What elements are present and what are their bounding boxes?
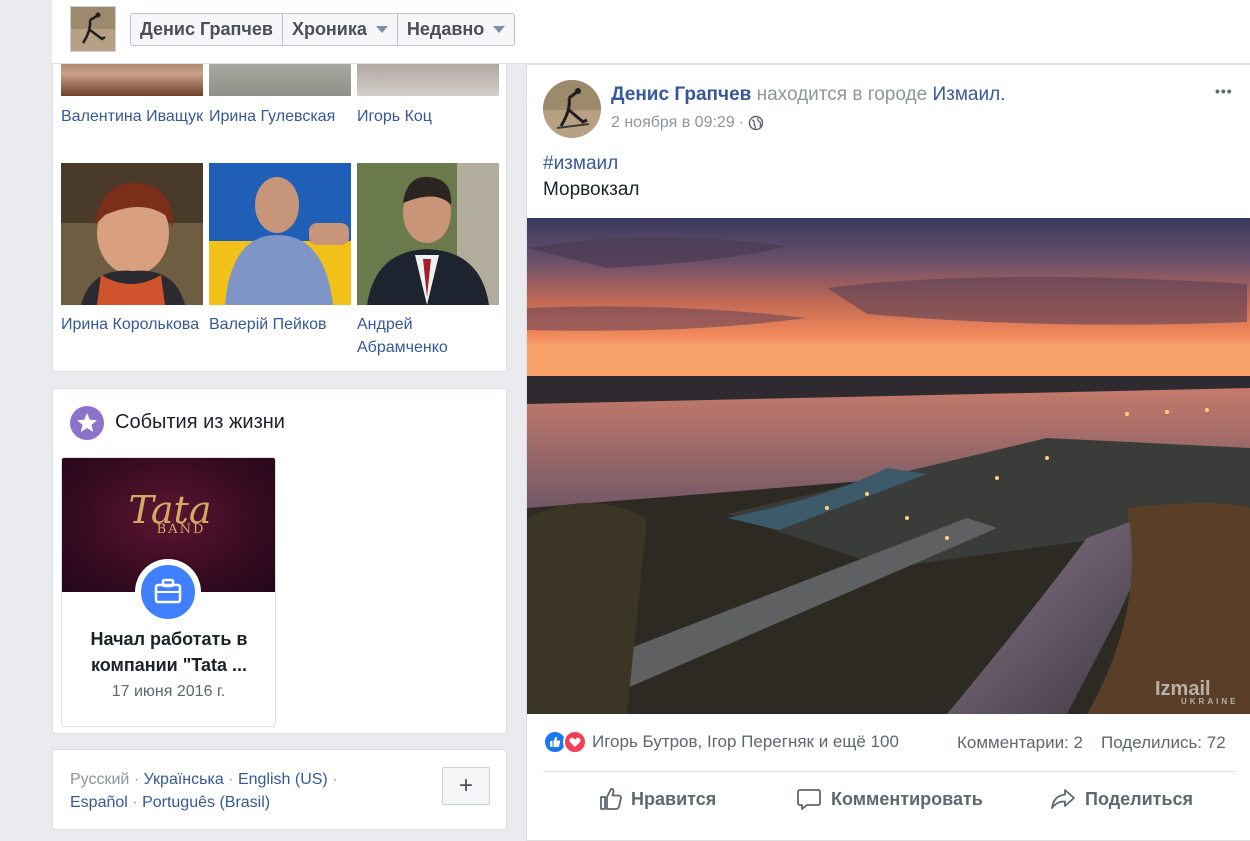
add-language-button[interactable]: + <box>442 767 490 805</box>
photo-watermark: Izmail UKRAINE <box>1155 678 1239 706</box>
reactions-summary[interactable]: Игорь Бутров, Ігор Перегняк и ещё 100 <box>543 730 899 754</box>
post-card: Денис Грапчев находится в городе Измаил.… <box>526 64 1250 841</box>
life-event-title[interactable]: Начал работать в компании "Tata ... <box>74 626 264 678</box>
location-link[interactable]: Измаил. <box>932 84 1005 105</box>
tata-band-logo: Tata BAND <box>128 488 212 537</box>
friend-photo-4[interactable] <box>61 163 203 305</box>
profile-sticky-header: Денис Грапчев Хроника Недавно <box>52 0 1250 64</box>
comments-count[interactable]: Комментарии: 2 <box>957 733 1083 753</box>
timeline-tab[interactable]: Хроника <box>283 14 398 45</box>
comment-label: Комментировать <box>831 788 983 809</box>
friend-name-4[interactable]: Ирина Королькова <box>61 313 206 336</box>
language-pt[interactable]: Português (Brasil) <box>142 794 270 811</box>
language-uk[interactable]: Українська <box>144 771 224 788</box>
profile-name-tab[interactable]: Денис Грапчев <box>131 14 283 45</box>
post-meta: 2 ноября в 09:29 · <box>611 114 764 132</box>
like-label: Нравится <box>631 788 717 809</box>
life-event-item[interactable]: Tata BAND Начал работать в компании "Tat… <box>61 457 276 727</box>
language-list: Русский · Українська · English (US) · Es… <box>70 768 400 814</box>
friend-photo-6[interactable] <box>357 163 499 305</box>
like-button[interactable]: Нравится <box>597 785 716 813</box>
star-icon <box>70 406 104 440</box>
chevron-down-icon <box>493 26 506 33</box>
chevron-down-icon <box>375 26 388 33</box>
shares-count[interactable]: Поделились: 72 <box>1101 733 1226 753</box>
recent-tab[interactable]: Недавно <box>398 14 514 45</box>
divider <box>543 771 1235 772</box>
post-photo[interactable]: Izmail UKRAINE <box>527 218 1250 714</box>
profile-avatar-small[interactable] <box>70 6 116 52</box>
timeline-label: Хроника <box>291 19 367 39</box>
globe-icon[interactable] <box>748 115 764 131</box>
friend-name-6[interactable]: Андрей Абрамченко <box>357 313 502 359</box>
love-reaction-icon <box>563 730 587 754</box>
profile-nav: Денис Грапчев Хроника Недавно <box>130 13 516 46</box>
post-options-button[interactable]: ••• <box>1215 83 1233 99</box>
language-es[interactable]: Español <box>70 794 128 811</box>
life-events-title: События из жизни <box>115 411 285 433</box>
friends-card: Валентина Иващук Ирина Гулевская Игорь К… <box>52 40 507 372</box>
author-avatar[interactable] <box>543 80 601 138</box>
language-sep: · <box>133 771 140 788</box>
comment-button[interactable]: Комментировать <box>795 785 983 813</box>
language-card: Русский · Українська · English (US) · Es… <box>52 749 507 830</box>
recent-label: Недавно <box>406 19 485 39</box>
language-sep: · <box>228 771 234 788</box>
comment-bubble-icon <box>795 785 823 813</box>
language-ru: Русский <box>70 771 130 788</box>
meta-separator: · <box>738 114 745 131</box>
share-arrow-icon <box>1049 785 1077 813</box>
friend-name-5[interactable]: Валерій Пейков <box>209 313 354 336</box>
post-author-link[interactable]: Денис Грапчев <box>611 84 751 105</box>
reactions-text[interactable]: Игорь Бутров, Ігор Перегняк и ещё 100 <box>592 732 899 752</box>
language-sep: · <box>132 794 138 811</box>
language-sep: · <box>332 771 338 788</box>
location-prefix: находится в городе <box>756 84 928 105</box>
post-timestamp[interactable]: 2 ноября в 09:29 <box>611 114 735 132</box>
friend-name-3[interactable]: Игорь Коц <box>357 105 502 128</box>
friend-name-1[interactable]: Валентина Иващук <box>61 105 206 128</box>
thumbs-up-icon <box>597 785 625 813</box>
life-event-date: 17 июня 2016 г. <box>111 683 226 700</box>
language-en[interactable]: English (US) <box>238 771 328 788</box>
friend-name-2[interactable]: Ирина Гулевская <box>209 105 354 128</box>
post-header: Денис Грапчев находится в городе Измаил. <box>611 84 1005 106</box>
share-label: Поделиться <box>1085 788 1194 809</box>
briefcase-icon <box>135 559 201 625</box>
share-button[interactable]: Поделиться <box>1049 785 1193 813</box>
friend-photo-5[interactable] <box>209 163 351 305</box>
post-hashtag[interactable]: #измаил <box>543 153 618 175</box>
post-text: Морвокзал <box>543 179 640 200</box>
life-events-card: События из жизни Tata BAND Начал работат… <box>52 388 507 734</box>
